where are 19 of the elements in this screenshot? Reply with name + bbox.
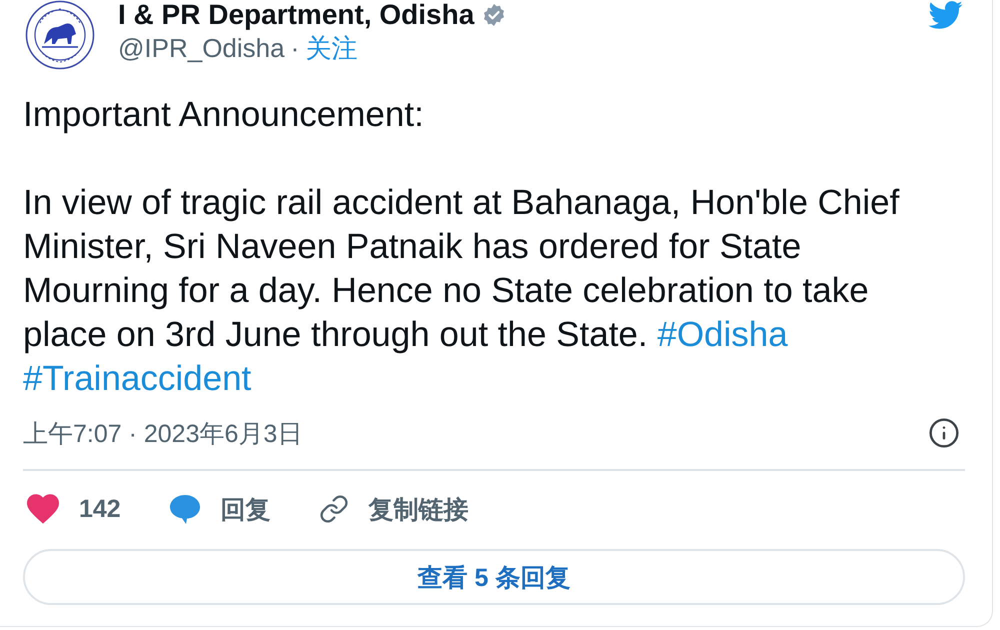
- info-icon: [928, 417, 960, 449]
- copy-link-button[interactable]: 复制链接: [318, 492, 469, 526]
- view-replies-button[interactable]: 查看 5 条回复: [23, 549, 965, 605]
- tweet-timestamp: 上午7:07 · 2023年6月3日: [23, 418, 302, 450]
- info-button[interactable]: [928, 417, 960, 449]
- hashtag-link[interactable]: #Odisha: [657, 315, 788, 354]
- heart-icon: [27, 494, 59, 524]
- tweet-heading: Important Announcement:: [23, 94, 425, 136]
- account-name: I & PR Department, Odisha: [118, 0, 474, 30]
- bird-logo-icon: [927, 0, 963, 30]
- tweet-text: In view of tragic rail accident at Bahanaga, Hon'ble Chief Minister, Sri Naveen Patnaik has ordered for State Mourning for a day. Hence no State celebration to take place on 3rd June through out the State. #Odisha #Trainaccident: [23, 182, 900, 400]
- reply-button[interactable]: 回复: [168, 492, 271, 526]
- follow-link[interactable]: 关注: [305, 32, 358, 64]
- speech-bubble-icon: [168, 493, 201, 525]
- link-icon: [318, 494, 349, 524]
- separator-text: ·: [290, 32, 300, 64]
- account-handle: @IPR_Odisha: [118, 32, 285, 64]
- like-button[interactable]: 142: [27, 494, 121, 524]
- hashtag-link[interactable]: #Trainaccident: [23, 359, 252, 398]
